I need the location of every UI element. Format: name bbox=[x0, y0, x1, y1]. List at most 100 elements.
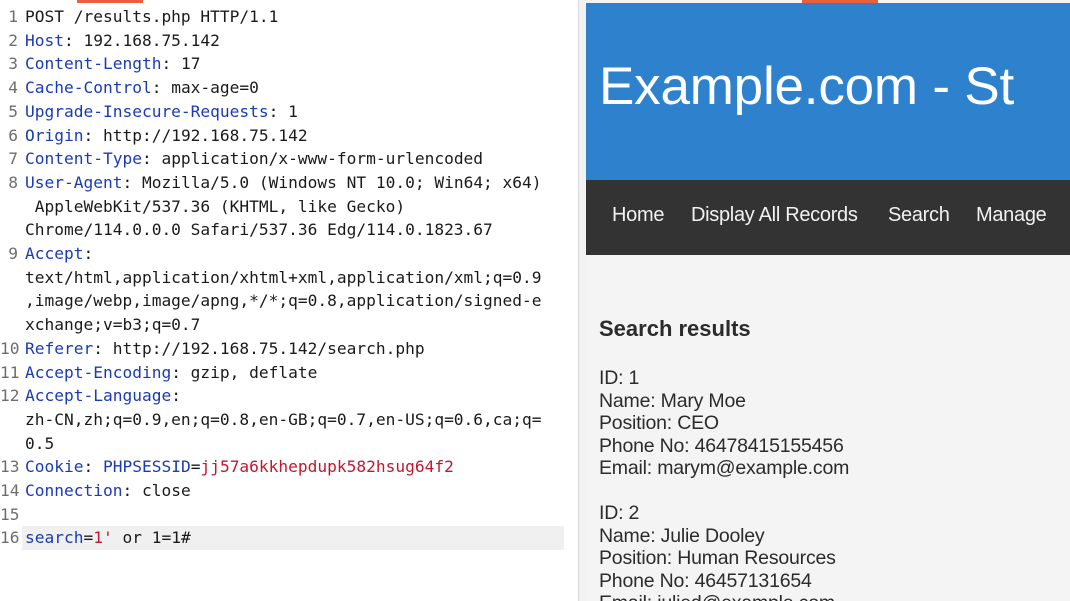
request-line[interactable]: text/html,application/xhtml+xml,applicat… bbox=[0, 266, 564, 290]
request-line[interactable]: 7 Content-Type: application/x-www-form-ur… bbox=[0, 147, 564, 171]
token-val: POST /results.php HTTP/1.1 bbox=[25, 7, 279, 26]
record-name: Name: Julie Dooley bbox=[599, 524, 765, 547]
token-val: : Mozilla/5.0 (Windows NT 10.0; Win64; x… bbox=[122, 172, 542, 192]
nav-manage-link[interactable]: Manage bbox=[976, 204, 1047, 227]
request-line[interactable]: xchange;v=b3;q=0.7 bbox=[0, 313, 564, 337]
line-text: Referer: http://192.168.75.142/search.ph… bbox=[25, 337, 425, 361]
token-key: Upgrade-Insecure-Requests bbox=[25, 101, 269, 121]
line-text: User-Agent: Mozilla/5.0 (Windows NT 10.0… bbox=[25, 171, 542, 195]
token-val: = bbox=[83, 528, 94, 548]
line-text: search=1' or 1=1# bbox=[25, 526, 191, 550]
line-text: Chrome/114.0.0.0 Safari/537.36 Edg/114.0… bbox=[25, 218, 493, 242]
token-val: AppleWebKit/537.36 (KHTML, like Gecko) bbox=[25, 196, 406, 216]
line-text: POST /results.php HTTP/1.1 bbox=[25, 5, 278, 29]
token-key: Accept-Encoding bbox=[25, 362, 172, 382]
line-text: Host: 192.168.75.142 bbox=[25, 29, 220, 53]
request-line[interactable]: 13 Cookie: PHPSESSID=jj57a6kkhepdupk582hs… bbox=[0, 455, 564, 479]
token-key: Accept bbox=[25, 244, 84, 263]
request-line[interactable]: 10 Referer: http://192.168.75.142/search.… bbox=[0, 337, 564, 361]
request-line[interactable]: AppleWebKit/537.36 (KHTML, like Gecko) bbox=[0, 195, 564, 219]
request-line[interactable]: 3 Content-Length: 17 bbox=[0, 52, 564, 76]
request-line[interactable]: ,image/webp,image/apng,*/*;q=0.8,applica… bbox=[0, 289, 564, 313]
request-line[interactable]: 9 Accept: bbox=[0, 242, 564, 266]
record-position: Position: Human Resources bbox=[599, 547, 836, 569]
request-line[interactable]: 15 bbox=[0, 503, 564, 527]
nav-home-link[interactable]: Home bbox=[612, 204, 664, 227]
token-key: Cookie bbox=[25, 457, 84, 477]
token-key: Referer bbox=[25, 338, 94, 358]
token-val: : bbox=[83, 457, 103, 477]
token-val: : close bbox=[122, 481, 191, 500]
line-number: 1 bbox=[8, 7, 18, 26]
line-number: 3 bbox=[8, 54, 18, 74]
token-val: : http://192.168.75.142/search.php bbox=[93, 338, 425, 358]
request-line[interactable]: 16 search=1' or 1=1# bbox=[0, 526, 564, 551]
token-key: Connection bbox=[25, 481, 123, 500]
token-param-val: 1' bbox=[93, 528, 113, 548]
record-id: ID: 2 bbox=[599, 502, 640, 524]
line-text: ,image/webp,image/apng,*/*;q=0.8,applica… bbox=[25, 289, 542, 313]
token-cookie-val: jj57a6kkhepdupk582hsug64f2 bbox=[200, 457, 454, 477]
line-text: Content-Type: application/x-www-form-url… bbox=[25, 147, 483, 171]
request-line[interactable]: 1 POST /results.php HTTP/1.1 bbox=[0, 5, 564, 29]
record-name: Name: Mary Moe bbox=[599, 389, 746, 412]
record-email: Email: marym@example.com bbox=[599, 457, 850, 479]
record-email: Email: julied@example.com bbox=[599, 592, 836, 601]
line-number: 5 bbox=[8, 101, 18, 121]
token-key: Content-Type bbox=[25, 149, 142, 169]
request-editor[interactable]: 1 POST /results.php HTTP/1.1 2 Host: 192.16… bbox=[0, 0, 578, 601]
result-record: ID: 1 Name: Mary Moe Position: CEO Phone… bbox=[599, 367, 849, 480]
token-key: Content-Length bbox=[25, 54, 162, 74]
request-line[interactable]: 11 Accept-Encoding: gzip, deflate bbox=[0, 361, 564, 385]
token-val: : application/x-www-form-urlencoded bbox=[141, 149, 484, 169]
token-val: : max-age=0 bbox=[151, 78, 259, 98]
request-line[interactable]: 8 User-Agent: Mozilla/5.0 (Windows NT 10.… bbox=[0, 171, 564, 195]
line-text: Cache-Control: max-age=0 bbox=[25, 76, 259, 100]
line-number: 15 bbox=[0, 504, 20, 524]
line-number: 14 bbox=[0, 481, 20, 500]
token-val: text/html,application/xhtml+xml,applicat… bbox=[25, 267, 542, 287]
nav-search-link[interactable]: Search bbox=[888, 204, 950, 227]
request-line[interactable]: 14 Connection: close bbox=[0, 479, 564, 503]
token-val: 0.5 bbox=[25, 433, 55, 453]
active-tab-indicator bbox=[77, 0, 143, 3]
results-heading: Search results bbox=[599, 316, 751, 341]
line-text: AppleWebKit/537.36 (KHTML, like Gecko) bbox=[25, 195, 405, 219]
token-param-name: search bbox=[25, 528, 84, 548]
request-line[interactable]: 12 Accept-Language: bbox=[0, 384, 564, 408]
record-id: ID: 1 bbox=[599, 367, 640, 389]
line-number: 8 bbox=[8, 172, 18, 192]
record-phone: Phone No: 46478415155456 bbox=[599, 434, 844, 457]
request-line[interactable]: 5 Upgrade-Insecure-Requests: 1 bbox=[0, 100, 564, 124]
line-text: xchange;v=b3;q=0.7 bbox=[25, 313, 200, 337]
token-val: : 17 bbox=[161, 54, 201, 74]
line-number: 13 bbox=[0, 457, 20, 477]
token-val: : http://192.168.75.142 bbox=[83, 125, 308, 145]
request-line[interactable]: 4 Cache-Control: max-age=0 bbox=[0, 76, 564, 100]
request-line[interactable]: Chrome/114.0.0.0 Safari/537.36 Edg/114.0… bbox=[0, 218, 564, 242]
token-cookie-name: PHPSESSID bbox=[102, 457, 191, 477]
results-content: Search results ID: 1 Name: Mary Moe Posi… bbox=[599, 316, 1059, 601]
token-val: : gzip, deflate bbox=[171, 362, 318, 382]
token-val: : bbox=[83, 244, 94, 263]
line-number: 16 bbox=[0, 528, 20, 548]
request-line[interactable]: 6 Origin: http://192.168.75.142 bbox=[0, 124, 564, 148]
token-key: Accept-Language bbox=[25, 386, 172, 406]
request-line[interactable]: 2 Host: 192.168.75.142 bbox=[0, 29, 564, 53]
request-line[interactable]: zh-CN,zh;q=0.9,en;q=0.8,en-GB;q=0.7,en-U… bbox=[0, 408, 564, 432]
line-number: 4 bbox=[8, 78, 18, 98]
site-navbar: Home Display All Records Search Manage bbox=[586, 180, 1070, 255]
request-line[interactable]: 0.5 bbox=[0, 432, 564, 456]
response-render-pane: Example.com - St Home Display All Record… bbox=[586, 0, 1070, 601]
token-val: : bbox=[171, 386, 181, 406]
line-number: 10 bbox=[0, 338, 20, 358]
site-title: Example.com - St bbox=[599, 57, 1015, 116]
line-text: Accept-Language: bbox=[25, 384, 181, 408]
line-text: Origin: http://192.168.75.142 bbox=[25, 124, 308, 148]
line-number: 12 bbox=[0, 386, 20, 406]
line-number: 2 bbox=[8, 30, 18, 50]
token-key: User-Agent bbox=[25, 172, 123, 192]
record-position: Position: CEO bbox=[599, 412, 719, 434]
token-key: Cache-Control bbox=[25, 78, 152, 98]
nav-display-all-records-link[interactable]: Display All Records bbox=[691, 204, 858, 227]
